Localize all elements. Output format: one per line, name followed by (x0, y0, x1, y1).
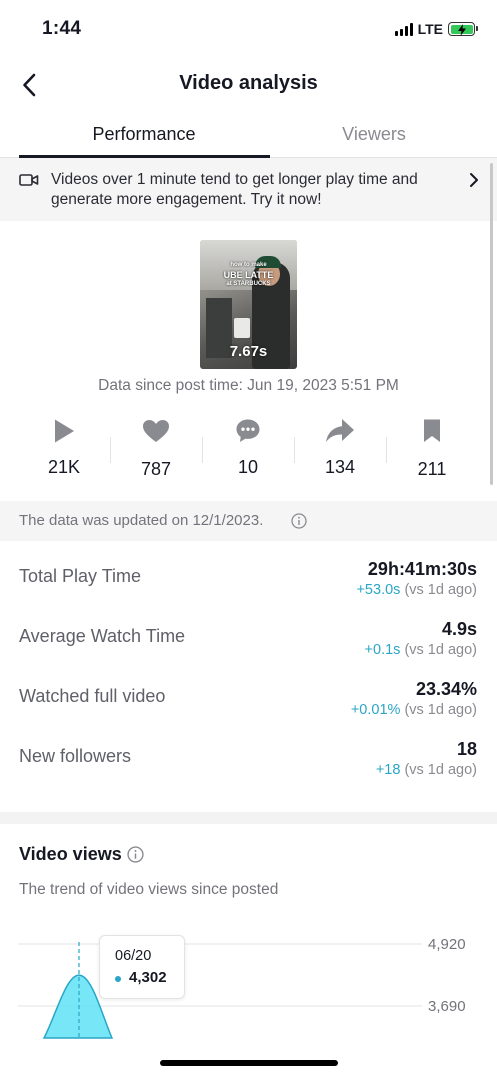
nav-header: Video analysis (0, 60, 497, 110)
tooltip-series-dot (115, 976, 121, 982)
metric-compare: (vs 1d ago) (400, 642, 477, 658)
status-time: 1:44 (42, 18, 82, 39)
metric-change: +53.0s (vs 1d ago) (356, 582, 477, 598)
thumbnail-caption-line3: at STARBUCKS (226, 281, 271, 287)
scrollbar[interactable] (490, 163, 493, 485)
thumbnail-caption-line1: how to make (230, 262, 267, 268)
stat-plays: 21K (18, 415, 110, 485)
stat-likes: 787 (110, 415, 202, 485)
metric-compare: (vs 1d ago) (400, 762, 477, 778)
video-views-title: Video views (19, 844, 122, 864)
network-label: LTE (417, 21, 443, 37)
metric-label: Watched full video (19, 686, 166, 706)
stat-value: 21K (47, 457, 81, 477)
bookmark-icon (424, 419, 440, 442)
data-updated-notice: The data was updated on 12/1/2023. (0, 501, 497, 541)
metric-value: 23.34% (415, 679, 477, 699)
stat-saves: 211 (386, 415, 478, 485)
post-time-text: Data since post time: Jun 19, 2023 5:51 … (98, 377, 399, 394)
stat-value: 10 (237, 457, 259, 477)
comment-icon (236, 419, 260, 442)
video-duration: 7.67s (229, 343, 268, 360)
info-icon[interactable] (127, 846, 144, 863)
battery-charging-icon (448, 22, 478, 36)
status-indicators: LTE (394, 21, 478, 37)
metric-delta: +0.1s (364, 642, 401, 658)
tip-banner[interactable]: Videos over 1 minute tend to get longer … (0, 158, 497, 221)
tip-text: Videos over 1 minute tend to get longer … (51, 171, 418, 208)
metric-label: Total Play Time (19, 566, 142, 586)
section-divider (0, 812, 497, 824)
home-indicator (160, 1060, 338, 1066)
video-camera-icon (19, 174, 39, 186)
chart-svg: 4,920 3,690 (18, 936, 466, 1040)
metric-total-play-time: Total Play Time 29h:41m:30s +53.0s (vs 1… (0, 549, 497, 609)
metric-delta: +0.01% (350, 702, 401, 718)
metric-value: 18 (456, 739, 477, 759)
tooltip-date: 06/20 (115, 948, 152, 964)
metric-change: +18 (vs 1d ago) (376, 762, 477, 778)
metric-value: 29h:41m:30s (367, 559, 477, 579)
metric-label: New followers (19, 746, 132, 766)
video-thumbnail[interactable]: how to make UBE LATTE at STARBUCKS 7.67s (200, 240, 297, 369)
page-title: Video analysis (179, 72, 318, 94)
thumbnail-caption-line2: UBE LATTE (223, 270, 274, 280)
tab-viewers[interactable]: Viewers (249, 124, 497, 145)
metric-average-watch-time: Average Watch Time 4.9s +0.1s (vs 1d ago… (0, 609, 497, 669)
engagement-stats: 21K 787 10 134 211 (18, 415, 478, 485)
play-icon (55, 419, 74, 443)
metric-delta: +53.0s (356, 582, 401, 598)
metric-compare: (vs 1d ago) (400, 702, 477, 718)
stat-value: 211 (417, 459, 447, 479)
metric-new-followers: New followers 18 +18 (vs 1d ago) (0, 729, 497, 789)
metric-watched-full-video: Watched full video 23.34% +0.01% (vs 1d … (0, 669, 497, 729)
y-tick-label: 4,920 (428, 936, 466, 953)
stat-value: 134 (324, 457, 356, 477)
tab-bar: Performance Viewers (0, 110, 497, 158)
metric-value: 4.9s (441, 619, 477, 639)
stat-comments: 10 (202, 415, 294, 485)
share-icon (326, 419, 354, 442)
tooltip-value: 4,302 (129, 969, 167, 986)
tab-performance[interactable]: Performance (19, 124, 269, 145)
chevron-right-icon (470, 173, 478, 187)
stat-value: 787 (140, 459, 172, 479)
chart-tooltip: 06/20 4,302 (99, 935, 185, 999)
updated-text: The data was updated on 12/1/2023. (19, 512, 264, 529)
signal-icon (394, 22, 413, 36)
metric-change: +0.01% (vs 1d ago) (351, 702, 477, 718)
info-icon[interactable] (291, 513, 307, 529)
video-views-chart[interactable]: 4,920 3,690 (0, 920, 497, 1040)
stat-shares: 134 (294, 415, 386, 485)
heart-icon (143, 420, 169, 442)
metric-delta: +18 (375, 762, 401, 778)
metric-change: +0.1s (vs 1d ago) (365, 642, 477, 658)
y-tick-label: 3,690 (428, 998, 466, 1015)
status-bar: 1:44 LTE (0, 0, 497, 60)
video-views-subtitle: The trend of video views since posted (19, 881, 279, 898)
metric-compare: (vs 1d ago) (400, 582, 477, 598)
metric-label: Average Watch Time (19, 626, 186, 646)
